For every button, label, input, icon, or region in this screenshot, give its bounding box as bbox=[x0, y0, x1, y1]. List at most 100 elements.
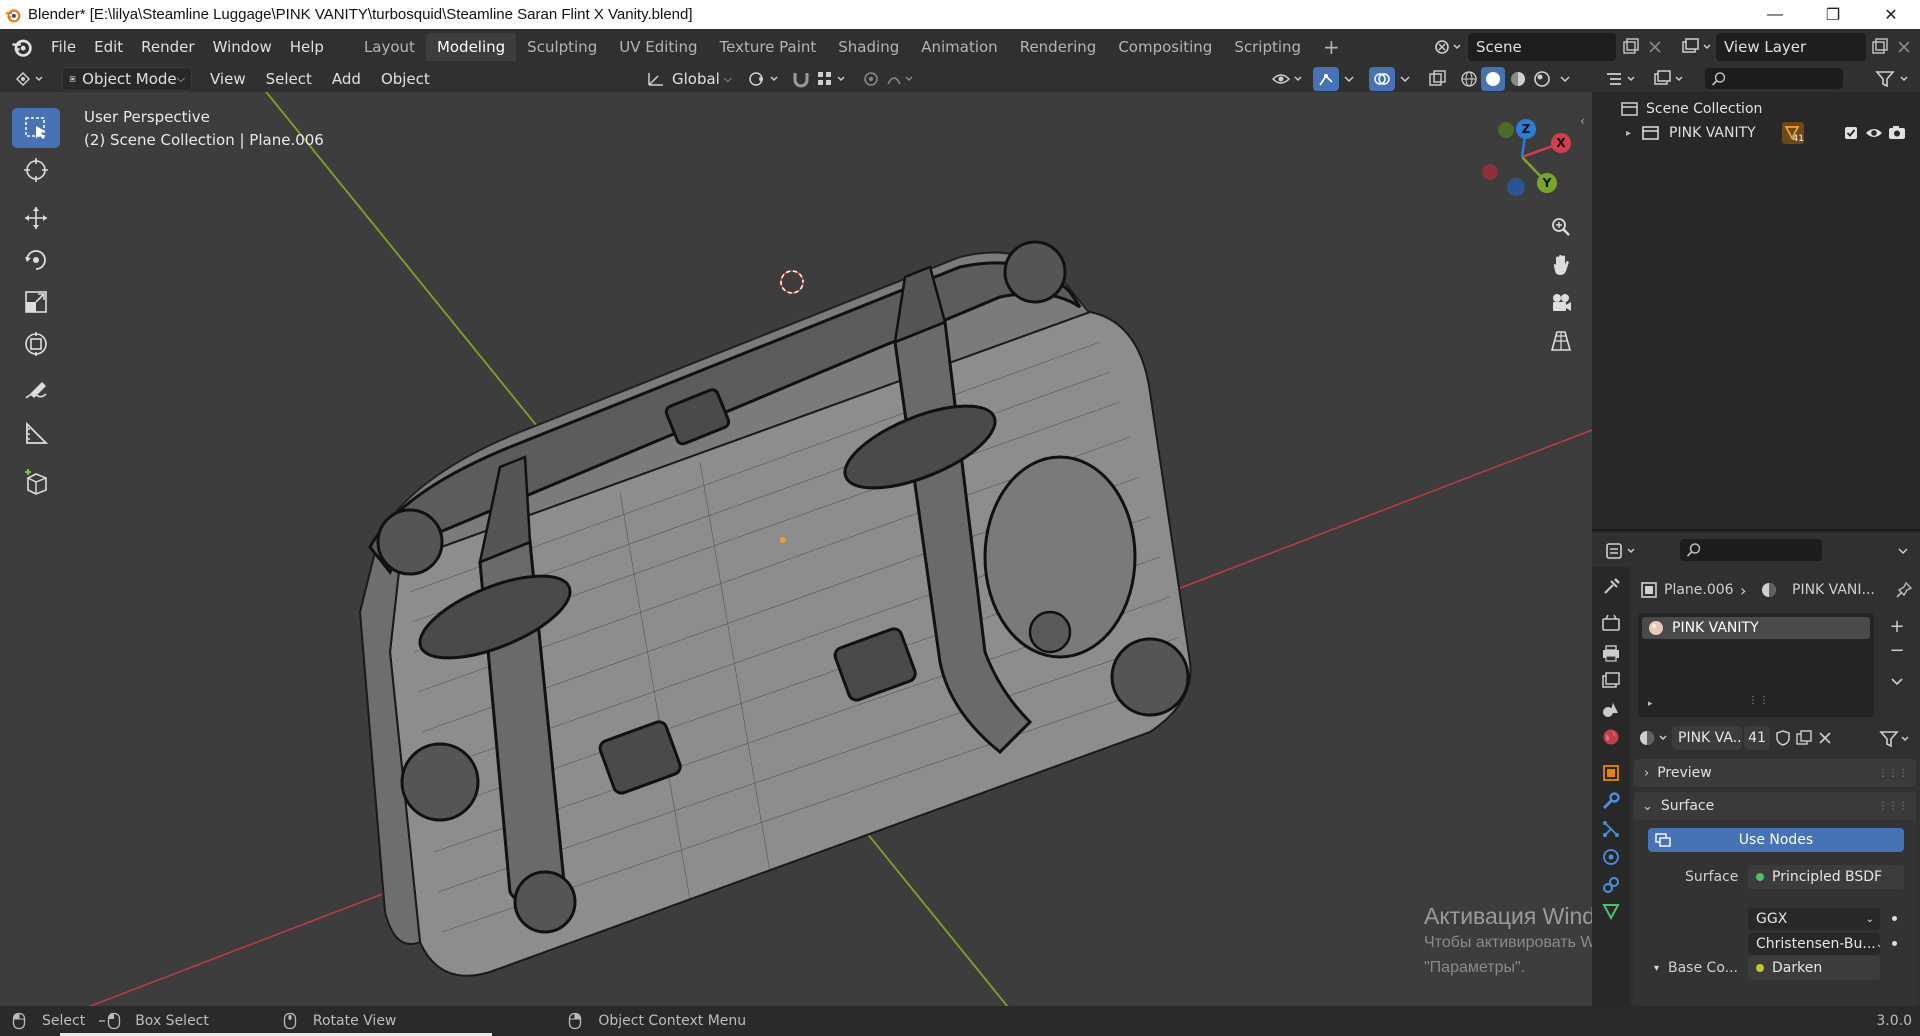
minimize-button[interactable]: — bbox=[1746, 0, 1804, 29]
scale-tool[interactable] bbox=[12, 282, 60, 322]
menu-window[interactable]: Window bbox=[204, 34, 281, 60]
pin-icon[interactable] bbox=[1895, 581, 1913, 599]
render-camera-icon[interactable] bbox=[1888, 125, 1906, 141]
tab-constraints[interactable] bbox=[1599, 873, 1623, 897]
editor-type-button[interactable] bbox=[8, 67, 54, 91]
material-browse-icon[interactable] bbox=[1638, 728, 1672, 748]
gizmo-neg-z[interactable] bbox=[1507, 178, 1525, 196]
outliner-root-row[interactable]: Scene Collection bbox=[1592, 97, 1920, 121]
tab-particles[interactable] bbox=[1599, 817, 1623, 841]
tab-render[interactable] bbox=[1599, 611, 1623, 635]
list-expand-arrow-icon[interactable]: ▸ bbox=[1648, 699, 1653, 709]
object-count-badge[interactable]: 41 bbox=[1782, 122, 1804, 144]
tab-output[interactable] bbox=[1599, 641, 1623, 665]
gizmo-dropdown-icon[interactable] bbox=[1342, 71, 1356, 87]
gizmo-neg-x[interactable] bbox=[1482, 164, 1498, 180]
proportional-edit-icon[interactable] bbox=[860, 69, 920, 89]
3d-viewport[interactable] bbox=[0, 92, 1592, 1006]
distribution-socket-dot[interactable] bbox=[1892, 916, 1897, 921]
expand-arrow-icon[interactable]: ▸ bbox=[1626, 128, 1631, 139]
delete-view-layer-icon[interactable] bbox=[1895, 38, 1913, 56]
view-layer-icon[interactable] bbox=[1680, 37, 1714, 57]
duplicate-material-icon[interactable] bbox=[1795, 729, 1813, 747]
subsurface-socket-dot[interactable] bbox=[1892, 941, 1897, 946]
menu-select[interactable]: Select bbox=[260, 67, 318, 91]
menu-edit[interactable]: Edit bbox=[85, 34, 132, 60]
drag-handle-icon[interactable]: ⋮⋮⋮ bbox=[1878, 768, 1908, 779]
menu-view[interactable]: View bbox=[204, 67, 252, 91]
outliner-item-pink-vanity[interactable]: ▸ PINK VANITY 41 bbox=[1592, 121, 1920, 145]
distribution-dropdown[interactable]: GGX ⌄ bbox=[1748, 908, 1880, 930]
tab-compositing[interactable]: Compositing bbox=[1107, 33, 1223, 61]
rotate-tool[interactable] bbox=[12, 240, 60, 280]
tab-tool[interactable] bbox=[1599, 575, 1623, 599]
menu-file[interactable]: File bbox=[42, 34, 85, 60]
pan-button[interactable] bbox=[1545, 249, 1577, 281]
menu-add[interactable]: Add bbox=[326, 67, 367, 91]
add-cube-tool[interactable] bbox=[12, 462, 60, 502]
tab-scene[interactable] bbox=[1599, 697, 1623, 721]
menu-help[interactable]: Help bbox=[281, 34, 333, 60]
tab-physics[interactable] bbox=[1599, 845, 1623, 869]
rendered-shading-icon[interactable] bbox=[1531, 69, 1553, 89]
base-color-node-field[interactable]: Darken bbox=[1748, 956, 1880, 980]
drag-handle-icon[interactable]: ⋮⋮⋮ bbox=[1878, 801, 1908, 812]
annotate-tool[interactable] bbox=[12, 372, 60, 412]
tab-view-layer[interactable] bbox=[1599, 669, 1623, 693]
overlay-dropdown-icon[interactable] bbox=[1398, 71, 1412, 87]
tab-texture-paint[interactable]: Texture Paint bbox=[708, 33, 827, 61]
blender-menu-icon[interactable] bbox=[10, 35, 34, 59]
display-mode-icon[interactable] bbox=[1652, 69, 1686, 89]
transform-tool[interactable] bbox=[12, 324, 60, 364]
preview-panel-header[interactable]: › Preview ⋮⋮⋮ bbox=[1634, 759, 1916, 787]
tab-modeling[interactable]: Modeling bbox=[425, 33, 517, 61]
tab-sculpting[interactable]: Sculpting bbox=[516, 33, 608, 61]
remove-slot-button[interactable]: − bbox=[1886, 639, 1908, 661]
tab-modifiers[interactable] bbox=[1599, 789, 1623, 813]
transform-orientation-dropdown[interactable]: Global ⌵ bbox=[640, 67, 738, 91]
perspective-toggle-button[interactable] bbox=[1545, 325, 1577, 357]
delete-scene-icon[interactable] bbox=[1646, 38, 1664, 56]
tab-rendering[interactable]: Rendering bbox=[1009, 33, 1108, 61]
tab-animation[interactable]: Animation bbox=[910, 33, 1008, 61]
solid-shading-button[interactable] bbox=[1481, 67, 1505, 91]
tab-shading[interactable]: Shading bbox=[827, 33, 910, 61]
mode-dropdown[interactable]: Object Mode ⌵ bbox=[62, 66, 192, 91]
measure-tool[interactable] bbox=[12, 414, 60, 454]
surface-panel-header[interactable]: ⌄ Surface ⋮⋮⋮ bbox=[1634, 792, 1916, 820]
move-tool[interactable] bbox=[12, 198, 60, 238]
tab-scripting[interactable]: Scripting bbox=[1223, 33, 1312, 61]
tab-layout[interactable]: Layout bbox=[353, 33, 426, 61]
unlink-material-icon[interactable] bbox=[1817, 730, 1833, 746]
material-preview-icon[interactable] bbox=[1507, 69, 1529, 89]
camera-view-button[interactable] bbox=[1545, 287, 1577, 319]
material-slot-row[interactable]: PINK VANITY bbox=[1642, 617, 1870, 639]
add-slot-button[interactable]: + bbox=[1886, 615, 1908, 637]
tab-object[interactable] bbox=[1599, 761, 1623, 785]
navigation-gizmo[interactable]: X Y Z bbox=[1472, 110, 1572, 205]
overlay-toggle-button[interactable] bbox=[1369, 67, 1395, 91]
close-button[interactable]: ✕ bbox=[1862, 0, 1920, 29]
add-workspace-button[interactable]: + bbox=[1312, 33, 1351, 61]
base-color-expand-arrow-icon[interactable]: ▾ bbox=[1654, 963, 1659, 974]
list-resize-handle-icon[interactable]: ⋮⋮ bbox=[1748, 695, 1770, 706]
outliner-search-input[interactable] bbox=[1705, 68, 1843, 89]
snap-increment-icon[interactable] bbox=[815, 69, 851, 89]
gizmo-toggle-button[interactable] bbox=[1313, 67, 1339, 91]
wireframe-shading-icon[interactable] bbox=[1458, 69, 1480, 89]
menu-object[interactable]: Object bbox=[375, 67, 436, 91]
new-view-layer-icon[interactable] bbox=[1870, 37, 1890, 57]
use-nodes-button[interactable]: Use Nodes bbox=[1648, 828, 1904, 852]
pivot-point-icon[interactable] bbox=[746, 69, 782, 89]
exclude-checkbox-icon[interactable] bbox=[1843, 125, 1859, 141]
properties-options-chevron-icon[interactable] bbox=[1896, 543, 1910, 559]
new-scene-icon[interactable] bbox=[1621, 37, 1641, 57]
select-box-tool[interactable] bbox=[12, 108, 60, 148]
surface-shader-field[interactable]: Principled BSDF bbox=[1748, 865, 1904, 889]
subsurface-method-dropdown[interactable]: Christensen-Bu... ⌄ bbox=[1748, 933, 1880, 955]
material-users-count[interactable]: 41 bbox=[1744, 726, 1770, 750]
properties-editor-type-icon[interactable] bbox=[1604, 541, 1638, 561]
outliner-editor-type-icon[interactable] bbox=[1604, 69, 1638, 89]
xray-toggle-icon[interactable] bbox=[1427, 69, 1449, 89]
gizmo-neg-y[interactable] bbox=[1498, 122, 1514, 138]
